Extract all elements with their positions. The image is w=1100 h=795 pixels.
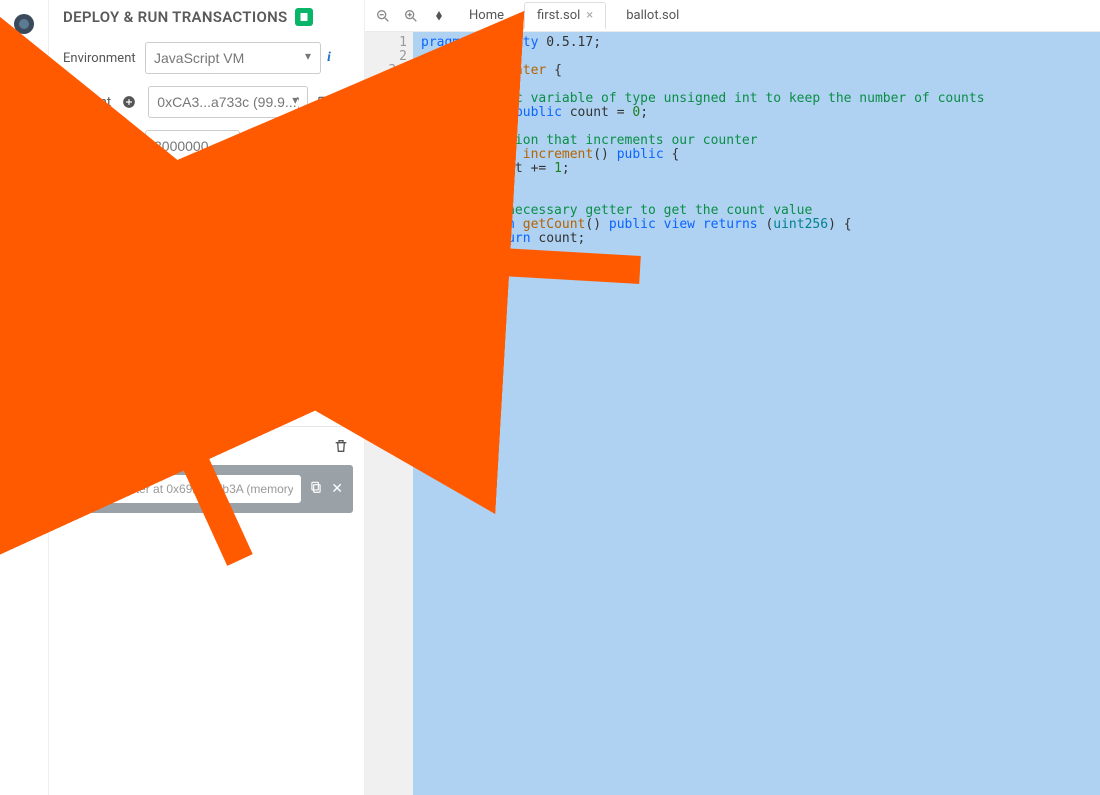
analysis-ok-badge: ✓ <box>26 194 40 208</box>
tab-home[interactable]: Home <box>457 3 516 28</box>
deployed-contract-item: ▸ ✕ <box>63 465 353 513</box>
gas-limit-input[interactable] <box>145 130 240 162</box>
contract-select[interactable]: Counter - browser/first.sol <box>63 230 340 266</box>
panel-docs-badge-icon[interactable] <box>295 8 313 26</box>
plugin-ok-badge: ✓ <box>26 320 40 334</box>
debugger-bug-icon[interactable] <box>12 222 36 246</box>
plug-icon[interactable] <box>12 390 36 414</box>
spider-icon[interactable] <box>12 348 36 372</box>
file-explorer-icon[interactable] <box>12 54 36 78</box>
tab-ballot-sol[interactable]: ballot.sol <box>614 3 691 28</box>
eth-logo-icon <box>429 6 449 26</box>
deploy-run-panel: DEPLOY & RUN TRANSACTIONS Environment Ja… <box>49 0 365 795</box>
or-label: or <box>63 316 356 331</box>
analysis-icon[interactable]: ✓ <box>12 180 36 204</box>
deployed-contracts-label: Deployed Contracts <box>63 438 186 454</box>
editor-body: 12345678910111213141516 pragma solidity … <box>365 32 1100 795</box>
zoom-in-icon[interactable] <box>401 6 421 26</box>
deploy-run-icon[interactable] <box>12 138 36 162</box>
zoom-out-icon[interactable] <box>373 6 393 26</box>
at-address-input[interactable] <box>158 339 347 371</box>
tab-first-sol[interactable]: first.sol × <box>524 2 606 29</box>
editor-area: Home first.sol × ballot.sol 123456789101… <box>365 0 1100 795</box>
transactions-recorded-header[interactable]: Transactions recorded: 1 ⌄ <box>63 389 356 427</box>
expand-contract-icon[interactable]: ▸ <box>73 480 91 498</box>
environment-select[interactable]: JavaScript VM <box>145 42 321 74</box>
transactions-recorded-label: Transactions recorded: <box>63 400 208 416</box>
trash-icon[interactable] <box>332 437 350 455</box>
chevron-down-icon: ⌄ <box>344 400 356 416</box>
account-add-icon[interactable] <box>120 93 138 111</box>
close-deployed-icon[interactable]: ✕ <box>331 481 343 497</box>
account-select[interactable]: 0xCA3...a733c (99.9...) <box>148 86 308 118</box>
tab-bar: Home first.sol × ballot.sol <box>365 0 1100 32</box>
panel-title: DEPLOY & RUN TRANSACTIONS <box>63 8 287 26</box>
deployed-contract-name[interactable] <box>99 475 301 503</box>
remix-logo-icon[interactable] <box>12 12 36 36</box>
environment-label: Environment <box>63 51 139 66</box>
transactions-count-badge: 1 <box>215 401 235 416</box>
edit-account-icon[interactable] <box>338 93 356 111</box>
copy-account-icon[interactable] <box>314 93 332 111</box>
code-content[interactable]: pragma solidity 0.5.17;contract Counter … <box>413 32 1100 795</box>
icon-rail: ✓ ✓ <box>0 0 49 795</box>
value-label: Value <box>63 183 139 198</box>
close-tab-icon[interactable]: × <box>586 8 593 23</box>
at-address-button[interactable]: At Address <box>63 339 158 371</box>
contract-info-icon[interactable]: i <box>348 240 352 256</box>
plugin-settings-icon[interactable]: ✓ <box>12 306 36 330</box>
line-gutter: 12345678910111213141516 <box>365 32 413 795</box>
compiler-icon[interactable] <box>12 96 36 120</box>
gas-limit-label: Gas limit <box>63 139 139 154</box>
environment-info-icon[interactable]: i <box>327 50 331 66</box>
value-unit-select[interactable]: wei <box>246 174 310 206</box>
tests-icon[interactable] <box>12 264 36 288</box>
value-input[interactable] <box>145 174 240 206</box>
deploy-button[interactable]: Deploy <box>63 278 143 308</box>
copy-deployed-icon[interactable] <box>309 480 323 498</box>
